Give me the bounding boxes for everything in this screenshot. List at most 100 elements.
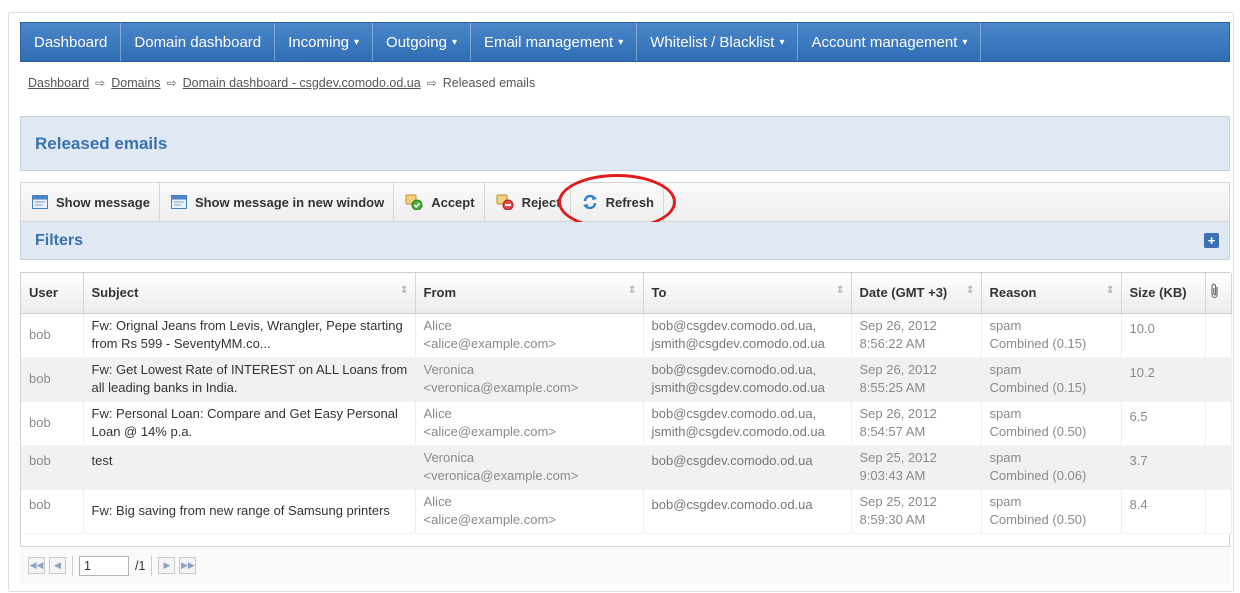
first-page-icon[interactable]: ◀◀ — [28, 557, 45, 574]
nav-label: Incoming — [288, 33, 350, 51]
cell-to: bob@csgdev.comodo.od.ua, jsmith@csgdev.co… — [643, 357, 852, 402]
from-email: <veronica@example.com> — [423, 468, 579, 483]
chevron-down-icon: ▾ — [618, 36, 624, 48]
from-email: <alice@example.com> — [423, 336, 556, 351]
pager-divider — [72, 555, 73, 576]
cell-reason: spam Combined (0.15) — [981, 313, 1122, 358]
show-message-new-window-label: Show message in new window — [194, 194, 385, 210]
date-day: Sep 25, 2012 — [859, 450, 937, 465]
date-time: 8:56:22 AM — [859, 336, 926, 351]
sort-icon[interactable]: ⇕ — [400, 285, 408, 296]
date-time: 9:03:43 AM — [859, 468, 926, 483]
prev-page-icon[interactable]: ◀ — [49, 557, 66, 574]
date-day: Sep 26, 2012 — [859, 318, 937, 333]
cell-reason: spam Combined (0.50) — [981, 401, 1122, 446]
nav-domain-dashboard[interactable]: Domain dashboard — [121, 23, 276, 61]
col-header-attachment[interactable] — [1205, 273, 1232, 314]
toolbar: Show message Show message in new window … — [20, 182, 1230, 222]
nav-label: Dashboard — [34, 33, 108, 51]
last-page-icon[interactable]: ▶▶ — [179, 557, 197, 574]
nav-outgoing[interactable]: Outgoing ▾ — [373, 23, 471, 61]
sort-icon[interactable]: ⇕ — [628, 285, 636, 296]
cell-date: Sep 25, 2012 8:59:30 AM — [851, 489, 982, 534]
to-primary: bob@csgdev.comodo.od.ua, — [651, 406, 817, 421]
cell-size: 10.2 — [1121, 357, 1206, 402]
from-name: Veronica — [423, 362, 475, 377]
show-message-label: Show message — [56, 194, 150, 210]
cell-date: Sep 26, 2012 8:56:22 AM — [851, 313, 982, 358]
reject-button[interactable]: Reject — [485, 183, 571, 221]
col-header-to[interactable]: To ⇕ — [643, 273, 852, 314]
cell-date: Sep 25, 2012 9:03:43 AM — [851, 445, 982, 490]
col-label: To — [651, 285, 667, 301]
accept-label: Accept — [431, 194, 475, 210]
arrow-right-icon: ⇨ — [95, 76, 106, 90]
refresh-button[interactable]: Refresh — [571, 183, 665, 221]
sort-icon[interactable]: ⇕ — [836, 285, 844, 296]
cell-attachment — [1205, 357, 1232, 402]
from-name: Alice — [423, 494, 452, 509]
cell-from: Alice <alice@example.com> — [415, 489, 644, 534]
cell-to: bob@csgdev.comodo.od.ua — [643, 489, 852, 534]
to-primary: bob@csgdev.comodo.od.ua, — [651, 362, 817, 377]
table-row[interactable]: bob Fw: Get Lowest Rate of INTEREST on A… — [21, 357, 1232, 402]
col-header-date[interactable]: Date (GMT +3) ⇕ — [851, 273, 982, 314]
show-message-button[interactable]: Show message — [21, 183, 160, 221]
date-day: Sep 26, 2012 — [859, 362, 937, 377]
cell-subject: Fw: Get Lowest Rate of INTEREST on ALL L… — [83, 357, 416, 402]
col-header-reason[interactable]: Reason ⇕ — [981, 273, 1122, 314]
cell-attachment — [1205, 489, 1232, 534]
nav-label: Outgoing — [386, 33, 447, 51]
cell-from: Alice <alice@example.com> — [415, 313, 644, 358]
cell-attachment — [1205, 313, 1232, 358]
sort-icon[interactable]: ⇕ — [1106, 285, 1114, 296]
breadcrumb-dashboard[interactable]: Dashboard — [28, 76, 89, 90]
nav-label: Email management — [483, 33, 614, 51]
filters-panel[interactable]: Filters + — [20, 222, 1230, 260]
col-header-size[interactable]: Size (KB) — [1121, 273, 1206, 314]
nav-dashboard[interactable]: Dashboard — [21, 23, 122, 61]
arrow-right-icon: ⇨ — [426, 76, 437, 90]
pagination-bar: ◀◀ ◀ /1 ▶ ▶▶ — [20, 546, 1230, 584]
table-row[interactable]: bob Fw: Orignal Jeans from Levis, Wrangl… — [21, 313, 1232, 358]
table-row[interactable]: bob test Veronica <veronica@example.com> … — [21, 445, 1232, 490]
reason-type: spam — [989, 406, 1022, 421]
table-row[interactable]: bob Fw: Personal Loan: Compare and Get E… — [21, 401, 1232, 446]
show-message-new-window-button[interactable]: Show message in new window — [160, 183, 395, 221]
page-number-input[interactable] — [79, 555, 129, 576]
emails-table: User Subject ⇕ From ⇕ To ⇕ Date (GMT +3) ⇕ R… — [21, 273, 1232, 534]
sort-icon[interactable]: ⇕ — [966, 285, 974, 296]
reason-detail: Combined (0.06) — [989, 468, 1087, 483]
table-row[interactable]: bob Fw: Big saving from new range of Sam… — [21, 489, 1232, 534]
nav-incoming[interactable]: Incoming ▾ — [275, 23, 374, 61]
cell-to: bob@csgdev.comodo.od.ua, jsmith@csgdev.co… — [643, 401, 852, 446]
chevron-down-icon: ▾ — [962, 36, 968, 48]
breadcrumb-domain-dashboard[interactable]: Domain dashboard - csgdev.comodo.od.ua — [183, 76, 421, 90]
nav-email-management[interactable]: Email management ▾ — [471, 23, 638, 61]
reason-detail: Combined (0.50) — [989, 424, 1087, 439]
date-time: 8:54:57 AM — [859, 424, 926, 439]
to-primary: bob@csgdev.comodo.od.ua, — [651, 318, 817, 333]
nav-whitelist-blacklist[interactable]: Whitelist / Blacklist ▾ — [637, 23, 799, 61]
breadcrumb-domains[interactable]: Domains — [111, 76, 160, 90]
expand-plus-icon[interactable]: + — [1204, 233, 1219, 248]
page-total: /1 — [135, 558, 146, 573]
next-page-icon[interactable]: ▶ — [158, 557, 176, 574]
reason-detail: Combined (0.15) — [989, 380, 1087, 395]
reason-type: spam — [989, 362, 1022, 377]
cell-size: 8.4 — [1121, 489, 1206, 534]
date-day: Sep 25, 2012 — [859, 494, 937, 509]
col-header-user[interactable]: User — [21, 273, 84, 314]
breadcrumb: Dashboard ⇨ Domains ⇨ Domain dashboard -… — [28, 76, 535, 90]
col-header-from[interactable]: From ⇕ — [415, 273, 644, 314]
cell-reason: spam Combined (0.15) — [981, 357, 1122, 402]
paperclip-icon — [1210, 283, 1220, 302]
message-window-icon — [32, 195, 48, 209]
refresh-label: Refresh — [605, 194, 655, 210]
accept-button[interactable]: Accept — [394, 183, 485, 221]
nav-account-management[interactable]: Account management ▾ — [798, 23, 982, 61]
cell-user: bob — [21, 445, 84, 490]
col-header-subject[interactable]: Subject ⇕ — [83, 273, 416, 314]
cell-attachment — [1205, 401, 1232, 446]
from-name: Alice — [423, 406, 452, 421]
